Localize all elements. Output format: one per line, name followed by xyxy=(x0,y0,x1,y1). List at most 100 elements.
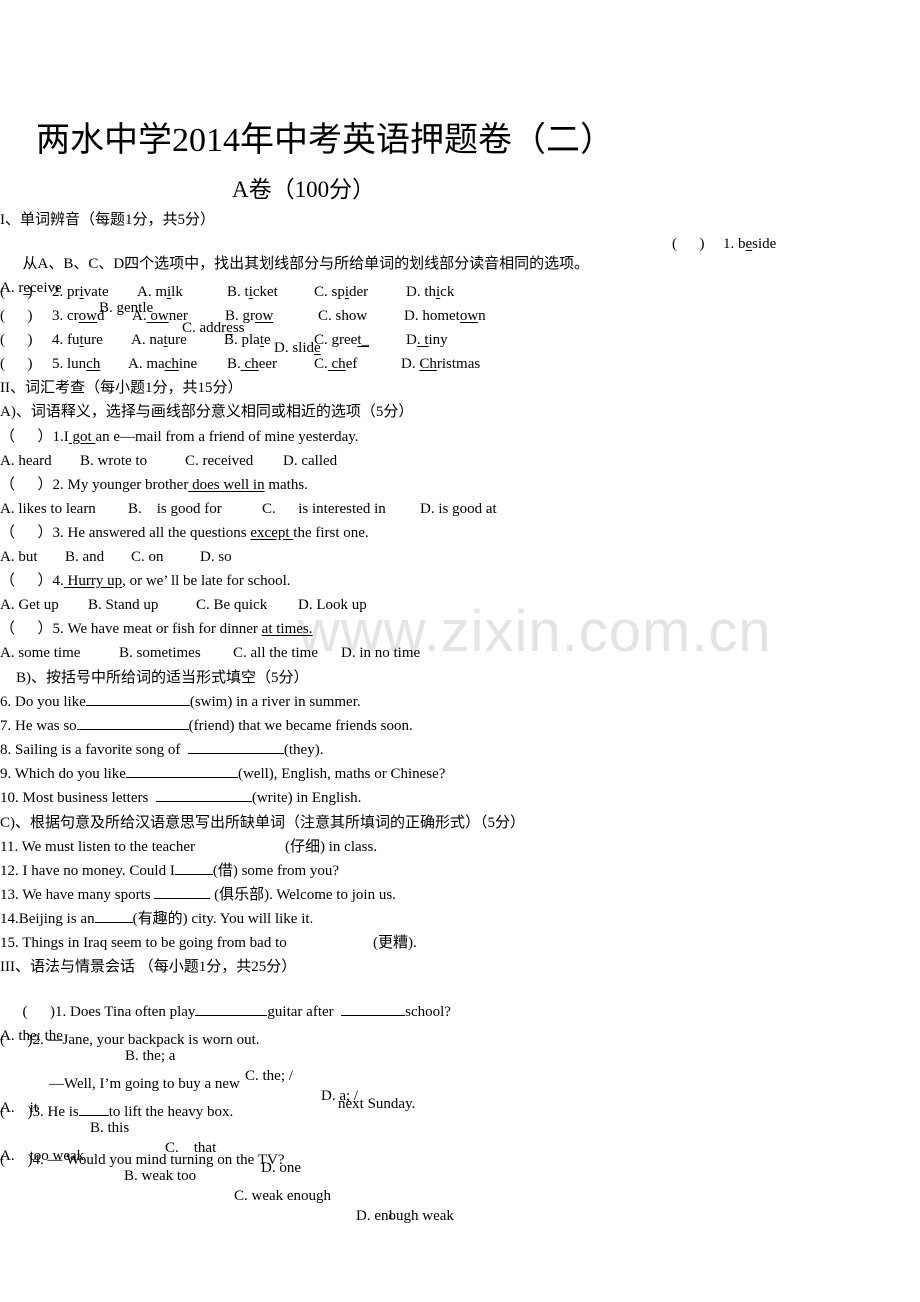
target-word: 4. future xyxy=(52,330,103,350)
option-b[interactable]: B. grow xyxy=(225,306,273,326)
option-b[interactable]: B. cheer xyxy=(227,354,277,374)
option-a[interactable]: A. heard xyxy=(0,451,52,471)
answer-bracket[interactable]: ( ) xyxy=(0,330,33,350)
option-a[interactable]: A. likes to learn xyxy=(0,499,96,519)
option-c[interactable]: C. Be quick xyxy=(196,595,267,615)
answer-blank[interactable] xyxy=(174,861,213,875)
option-c[interactable]: C. show xyxy=(318,306,367,326)
option-a-pre: A. m xyxy=(137,284,167,300)
option-d[interactable]: D. hometown xyxy=(404,306,486,326)
option-b[interactable]: B. wrote to xyxy=(80,451,147,471)
option-a[interactable]: A. milk xyxy=(137,282,183,302)
answer-bracket[interactable]: （ ） xyxy=(0,573,53,589)
answer-gap[interactable] xyxy=(195,839,285,855)
answer-bracket[interactable]: （ ） xyxy=(0,525,53,541)
question-text: 4. xyxy=(52,573,64,589)
target-word: 2. private xyxy=(52,282,109,302)
option-c[interactable]: C. received xyxy=(185,451,253,471)
page-number: 1 xyxy=(387,1208,394,1223)
option-c[interactable]: C. all the time xyxy=(233,643,318,663)
answer-blank[interactable] xyxy=(187,740,284,754)
option-d[interactable]: D. Look up xyxy=(298,595,367,615)
option-d[interactable]: D. tiny xyxy=(406,330,448,350)
question-text: 6. Do you like xyxy=(0,694,86,710)
answer-bracket[interactable]: （ ） xyxy=(0,429,53,445)
answer-bracket[interactable]: （ ） xyxy=(0,477,53,493)
option-a[interactable]: A. owner xyxy=(132,306,188,326)
option-b[interactable]: B. and xyxy=(65,547,104,567)
fill-in-question: 13. We have many sports (俱乐部). Welcome t… xyxy=(0,885,396,905)
answer-blank[interactable] xyxy=(94,909,133,923)
option-a[interactable]: A. but xyxy=(0,547,38,567)
section-3-heading: III、语法与情景会话 （每小题1分，共25分） xyxy=(0,959,297,975)
s3-q3-option-d[interactable]: D. enough weak xyxy=(356,1206,454,1226)
question-text: 14.Beijing is an xyxy=(0,911,95,927)
target-word-pre: 5. lun xyxy=(52,356,87,372)
question-text: (friend) that we became friends soon. xyxy=(188,718,413,734)
fill-in-question: 12. I have no money. Could I (借) some fro… xyxy=(0,861,339,881)
s3-q3-bracket[interactable]: ( ) xyxy=(0,1104,33,1120)
option-c-underlined: ch xyxy=(327,356,346,372)
option-a-post: lk xyxy=(171,284,183,300)
option-c-pre: C. xyxy=(314,356,328,372)
fill-in-question: 8. Sailing is a favorite song of (they). xyxy=(0,740,323,760)
s3-q3-blank[interactable] xyxy=(78,1102,109,1116)
fill-in-question: 9. Which do you like (well), English, mat… xyxy=(0,764,445,784)
section-2a-heading: A)、词语释义，选择与画线部分意义相同或相近的选项（5分） xyxy=(0,404,414,420)
answer-blank[interactable] xyxy=(85,692,190,706)
option-c[interactable]: C. chef xyxy=(314,354,357,374)
answer-blank[interactable] xyxy=(154,885,211,899)
question-text: (write) in English. xyxy=(251,790,362,806)
option-c-post: der xyxy=(349,284,369,300)
option-c[interactable]: C. on xyxy=(131,547,164,567)
answer-gap[interactable] xyxy=(287,935,373,951)
question-text: (swim) in a river in summer. xyxy=(189,694,361,710)
option-c-post: ef xyxy=(345,356,358,372)
option-b[interactable]: B. plate xyxy=(224,330,271,350)
fill-in-question: 6. Do you like (swim) in a river in summe… xyxy=(0,692,361,712)
option-a[interactable]: A. some time xyxy=(0,643,80,663)
option-a[interactable]: A. nature xyxy=(131,330,187,350)
question-text: 2. My younger brother xyxy=(52,477,189,493)
s3-q4: ( )4. — Would you mind turning on the TV… xyxy=(0,1152,285,1168)
option-a-pre: A. xyxy=(132,308,147,324)
answer-bracket[interactable]: ( ) xyxy=(0,354,33,374)
option-d[interactable]: D. in no time xyxy=(341,643,420,663)
option-d[interactable]: D. called xyxy=(283,451,337,471)
option-d-post: ck xyxy=(440,284,455,300)
option-c[interactable]: C. spider xyxy=(314,282,368,302)
answer-blank[interactable] xyxy=(76,716,189,730)
option-d[interactable]: D. so xyxy=(200,547,232,567)
option-b[interactable]: B. sometimes xyxy=(119,643,201,663)
answer-blank[interactable] xyxy=(125,764,238,778)
question-text: 10. Most business letters xyxy=(0,790,156,806)
underlined-phrase: got xyxy=(68,429,96,445)
option-c[interactable]: C. is interested in xyxy=(262,499,386,519)
option-b[interactable]: B. Stand up xyxy=(88,595,158,615)
option-c[interactable]: C. greet_ xyxy=(314,330,369,350)
option-d[interactable]: D. Christmas xyxy=(401,354,480,374)
answer-bracket[interactable]: ( ) xyxy=(0,282,33,302)
question-text: (借) some from you? xyxy=(212,863,340,879)
target-word-underlined: ow xyxy=(78,308,97,324)
option-b[interactable]: B. is good for xyxy=(128,499,222,519)
option-d-pre: D xyxy=(406,332,417,348)
s3-q4-bracket[interactable]: ( ) xyxy=(0,1152,33,1168)
answer-bracket[interactable]: （ ） xyxy=(0,621,53,637)
option-d[interactable]: D. thick xyxy=(406,282,454,302)
target-word-pre: 3. cr xyxy=(52,308,79,324)
question-text: 12. I have no money. Could I xyxy=(0,863,175,879)
target-word-post: vate xyxy=(83,284,109,300)
option-a-underlined: ow xyxy=(146,308,169,324)
option-a[interactable]: A. Get up xyxy=(0,595,59,615)
option-b[interactable]: B. ticket xyxy=(227,282,278,302)
q1-answer-bracket[interactable]: ( ) xyxy=(672,234,705,254)
answer-bracket[interactable]: ( ) xyxy=(0,306,33,326)
option-d[interactable]: D. is good at xyxy=(420,499,497,519)
s3-q3-options: A. too weak B. weak too C. weak enough D… xyxy=(0,1126,920,1246)
option-a[interactable]: A. machine xyxy=(128,354,197,374)
s3-q2-bracket[interactable]: ( ) xyxy=(0,1032,33,1048)
s3-q3-option-c[interactable]: C. weak enough xyxy=(234,1186,331,1206)
answer-blank[interactable] xyxy=(155,788,252,802)
option-a-pre: A. ma xyxy=(128,356,165,372)
